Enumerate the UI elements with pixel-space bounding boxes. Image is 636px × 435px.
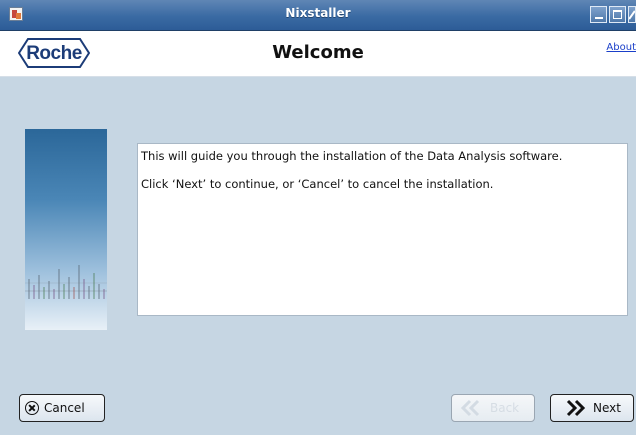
double-chevron-left-icon	[460, 399, 480, 417]
double-chevron-right-icon	[566, 399, 586, 417]
header-bar: Roche Welcome About	[0, 31, 636, 77]
back-button[interactable]: Back	[451, 394, 535, 422]
window-title: Nixstaller	[285, 6, 351, 20]
welcome-line-1: This will guide you through the installa…	[141, 149, 563, 163]
next-button-label: Next	[593, 401, 621, 415]
window-controls	[590, 6, 636, 23]
cancel-button-label: Cancel	[44, 401, 85, 415]
circle-x-icon	[25, 401, 39, 415]
welcome-text-panel: This will guide you through the installa…	[137, 143, 628, 316]
about-link[interactable]: About	[606, 42, 636, 53]
cancel-button[interactable]: Cancel	[19, 394, 105, 422]
welcome-line-2: Click ‘Next’ to continue, or ‘Cancel’ to…	[141, 177, 494, 191]
close-icon[interactable]	[628, 6, 636, 23]
maximize-icon[interactable]	[609, 6, 626, 23]
window-titlebar[interactable]: Nixstaller	[0, 0, 636, 31]
minimize-icon[interactable]	[590, 6, 607, 23]
side-banner-image	[25, 129, 107, 330]
page-title: Welcome	[272, 42, 364, 63]
next-button[interactable]: Next	[550, 394, 634, 422]
back-button-label: Back	[490, 401, 520, 415]
